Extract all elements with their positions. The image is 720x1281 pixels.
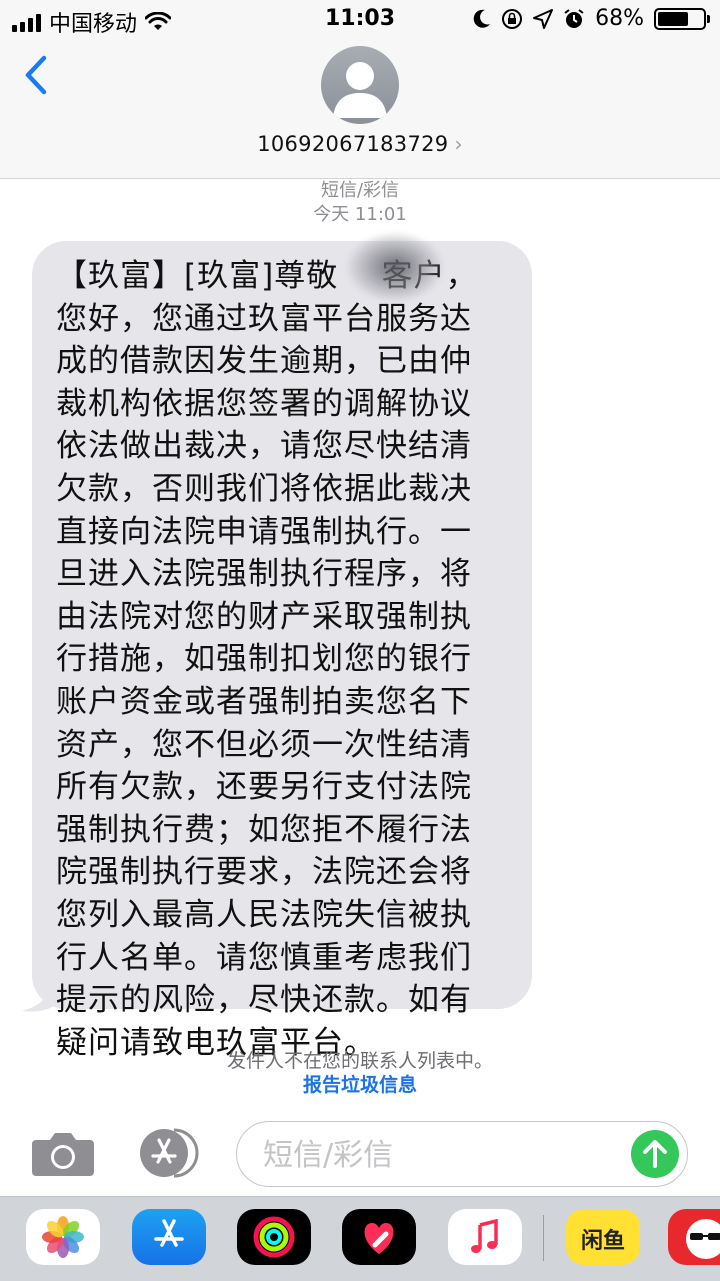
chevron-right-icon: › (454, 132, 463, 156)
digital-touch-icon[interactable] (342, 1209, 416, 1265)
conversation-header: 10692067183729 › (0, 40, 720, 179)
person-silhouette-icon (333, 62, 387, 118)
heart-touch-icon (364, 1223, 394, 1254)
message-input-field[interactable] (236, 1121, 688, 1187)
send-button[interactable] (631, 1130, 679, 1178)
imessage-app-drawer: 闲鱼 (0, 1196, 720, 1281)
redaction-smudge (346, 232, 444, 302)
app-store-button-icon[interactable] (134, 1128, 200, 1178)
status-right: 68% (473, 6, 710, 31)
activity-rings-icon (253, 1216, 295, 1258)
contact-number-text: 10692067183729 (257, 132, 449, 156)
battery-percent: 68% (595, 6, 644, 31)
back-chevron-icon[interactable] (22, 54, 62, 98)
message-input[interactable] (261, 1134, 625, 1176)
message-timestamp: 今天 11:01 (313, 204, 407, 225)
music-note-icon (471, 1218, 498, 1253)
photos-flower-icon (42, 1216, 84, 1258)
contact-avatar[interactable] (321, 46, 399, 124)
xianyu-app-icon[interactable]: 闲鱼 (566, 1209, 640, 1265)
message-type-label: 短信/彩信 (320, 180, 400, 201)
battery-icon (654, 7, 710, 30)
photos-app-icon[interactable] (26, 1209, 100, 1265)
report-junk-link[interactable]: 报告垃圾信息 (0, 1070, 720, 1097)
music-app-icon[interactable] (448, 1209, 522, 1265)
incoming-message-bubble[interactable]: 【玖富】[玖富]尊敬 客户， 您好，您通过玖富平台服务达 成的借款因发生逾期，已… (32, 241, 532, 1061)
contact-number[interactable]: 10692067183729 › (0, 132, 720, 156)
sender-unknown-notice: 发件人不在您的联系人列表中。 (226, 1050, 493, 1072)
message-body: 【玖富】[玖富]尊敬 客户， 您好，您通过玖富平台服务达 成的借款因发生逾期，已… (56, 258, 477, 1061)
sunglasses-face-icon (686, 1219, 720, 1259)
moon-icon (473, 9, 491, 28)
alarm-icon (564, 8, 584, 28)
xianyu-label: 闲鱼 (580, 1229, 625, 1254)
sticker-app-icon[interactable] (668, 1209, 720, 1265)
status-bar: 中国移动 11:03 68% (0, 0, 720, 40)
camera-icon[interactable] (32, 1130, 94, 1176)
app-store-a-icon (154, 1219, 184, 1247)
arrow-up-icon (643, 1140, 667, 1168)
activity-app-icon[interactable] (237, 1209, 311, 1265)
orientation-lock-icon (502, 8, 523, 29)
app-store-icon[interactable] (132, 1209, 206, 1265)
drawer-divider (543, 1215, 544, 1261)
location-icon (533, 8, 554, 29)
